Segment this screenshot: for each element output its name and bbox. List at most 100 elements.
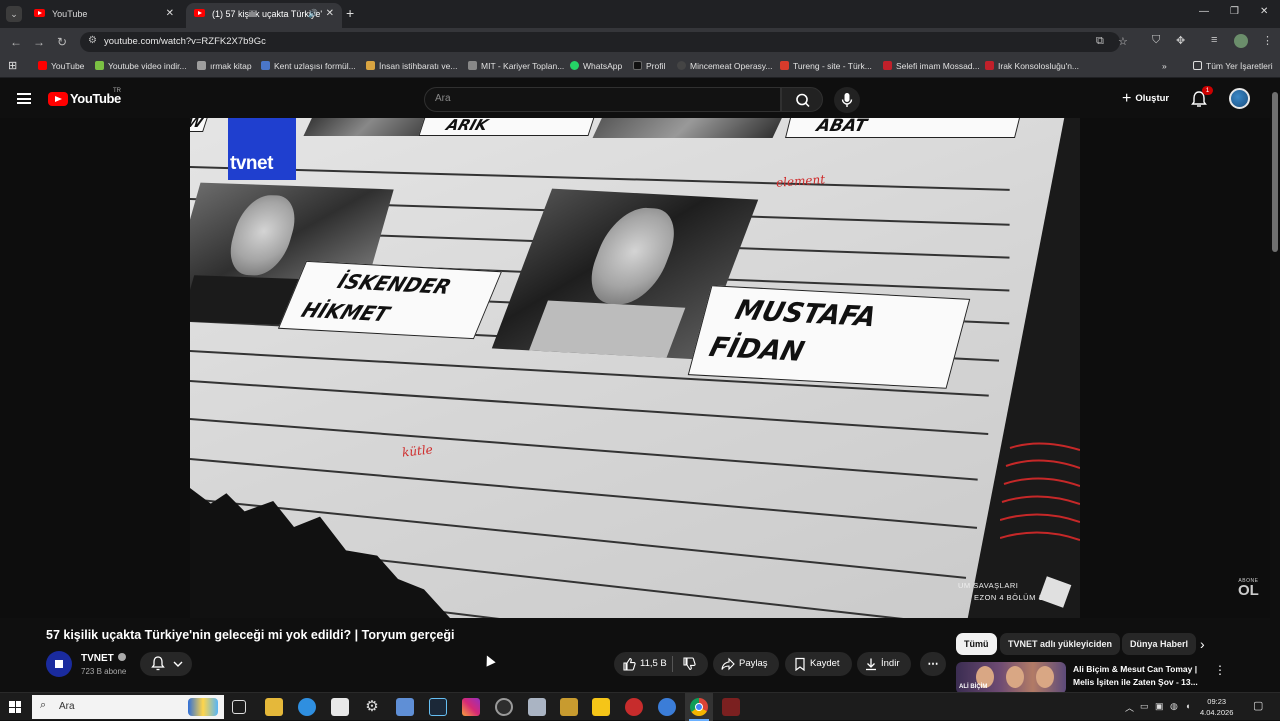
site-icon xyxy=(677,61,686,70)
create-label: Oluştur xyxy=(1135,93,1170,104)
chrome-taskbar-active[interactable] xyxy=(685,693,713,721)
tray-app-icon[interactable]: ▭ xyxy=(1140,701,1149,712)
restore-button[interactable]: ❐ xyxy=(1230,6,1239,17)
more-actions-button[interactable]: ⋯ xyxy=(920,652,946,676)
create-button[interactable]: + Oluştur xyxy=(1116,88,1175,110)
steam-icon[interactable] xyxy=(429,698,447,716)
app-icon[interactable] xyxy=(722,698,740,716)
subscribe-watermark[interactable]: ABONE OL xyxy=(1238,578,1259,598)
taskbar-search[interactable]: ⌕ Ara xyxy=(32,695,224,719)
browser-menu-icon[interactable]: ⋮ xyxy=(1262,34,1273,47)
bookmark-item[interactable]: WhatsApp xyxy=(570,61,622,71)
shield-extension-icon[interactable]: ⛉ xyxy=(1152,34,1160,47)
media-controls-icon[interactable]: ≡ xyxy=(1211,34,1217,46)
minimize-button[interactable]: — xyxy=(1199,6,1209,17)
name-box-mustafa: MUSTAFA FİDAN xyxy=(687,285,971,389)
edge-icon[interactable] xyxy=(658,698,676,716)
tab-search-button[interactable]: ⌄ xyxy=(6,6,22,22)
browser-tab-active[interactable]: (1) 57 kişilik uçakta Türkiye' 🔊 ✕ xyxy=(186,3,342,28)
recommendation-title[interactable]: Ali Biçim & Mesut Can Tomay | Melis İşit… xyxy=(1073,663,1208,689)
task-view-icon[interactable] xyxy=(232,700,246,714)
video-frame[interactable]: W ARIK ABAT tvnet İSKENDER HİKMET MUSTAF… xyxy=(190,118,1080,618)
download-button[interactable]: İndir xyxy=(857,652,911,676)
voice-search-button[interactable] xyxy=(834,87,860,113)
chrome-dev-icon[interactable] xyxy=(495,698,513,716)
name-box-arik: ARIK xyxy=(418,118,596,136)
chip-from-uploader[interactable]: TVNET adlı yükleyiciden xyxy=(1000,633,1121,655)
close-window-button[interactable]: ✕ xyxy=(1260,6,1268,17)
page-scrollbar[interactable] xyxy=(1270,80,1280,692)
dislike-button[interactable] xyxy=(674,652,708,676)
network-icon[interactable]: ◍ xyxy=(1170,701,1178,712)
extensions-icon[interactable]: ✥ xyxy=(1176,34,1185,47)
browser-tab[interactable]: YouTube ✕ xyxy=(26,3,182,28)
forward-icon[interactable]: → xyxy=(33,35,45,49)
reload-icon[interactable]: ↻ xyxy=(57,35,67,49)
back-icon[interactable]: ← xyxy=(10,35,22,49)
network-app-icon[interactable] xyxy=(396,698,414,716)
share-button[interactable]: Paylaş xyxy=(713,652,779,676)
instagram-icon[interactable] xyxy=(462,698,480,716)
app-icon[interactable] xyxy=(528,698,546,716)
url-text[interactable]: youtube.com/watch?v=RZFK2X7b9Gc xyxy=(104,36,266,47)
volume-icon[interactable]: ◖ xyxy=(1185,701,1190,711)
app-icon[interactable] xyxy=(592,698,610,716)
edge-icon[interactable] xyxy=(298,698,316,716)
subscription-bell-button[interactable] xyxy=(140,652,192,676)
bookmark-item[interactable]: Profil xyxy=(633,61,665,71)
bookmark-item[interactable]: YouTube xyxy=(38,61,84,71)
tray-chevron-icon[interactable]: ︿ xyxy=(1125,701,1134,714)
bookmark-star-icon[interactable]: ☆ xyxy=(1118,35,1128,48)
notification-center-icon[interactable]: ▢ xyxy=(1253,699,1263,712)
save-button[interactable]: Kaydet xyxy=(785,652,852,676)
bookmark-item[interactable]: Mincemeat Operasy... xyxy=(677,61,773,71)
close-tab-icon[interactable]: ✕ xyxy=(166,3,174,25)
more-bookmarks-icon[interactable]: » xyxy=(1162,61,1167,71)
guide-menu-icon[interactable] xyxy=(17,93,31,104)
bookmark-item[interactable]: Selefi imam Mossad... xyxy=(883,61,980,71)
bookmark-item[interactable]: İnsan istihbaratı ve... xyxy=(366,61,457,71)
search-box[interactable] xyxy=(424,87,781,112)
install-icon[interactable]: ⧉ xyxy=(1096,35,1104,48)
search-input[interactable] xyxy=(435,93,765,104)
audio-playing-icon[interactable]: 🔊 xyxy=(308,3,318,25)
chip-world-news[interactable]: Dünya Haberl xyxy=(1122,633,1196,655)
windows-start-icon[interactable] xyxy=(9,701,21,713)
profile-avatar[interactable] xyxy=(1234,34,1248,48)
chip-all[interactable]: Tümü xyxy=(956,633,997,655)
more-vertical-icon[interactable]: ⋮ xyxy=(1214,663,1226,677)
chevron-right-icon[interactable]: › xyxy=(1200,636,1205,652)
settings-gear-icon[interactable]: ⚙ xyxy=(363,698,381,716)
bookmark-item[interactable]: ırmak kitap xyxy=(197,61,252,71)
file-explorer-icon[interactable] xyxy=(265,698,283,716)
youtube-logo-icon[interactable] xyxy=(48,92,68,106)
taskbar-clock[interactable]: 09:23 4.04.2026 xyxy=(1200,696,1233,718)
omnibox[interactable]: ⚙ youtube.com/watch?v=RZFK2X7b9Gc ⧉ ☆ xyxy=(80,32,1128,52)
apps-grid-icon[interactable]: ⊞ xyxy=(8,59,17,72)
channel-avatar[interactable] xyxy=(46,651,72,677)
bookmark-item[interactable]: Kent uzlaşısı formül... xyxy=(261,61,356,71)
channel-name-row[interactable]: TVNET xyxy=(81,653,126,664)
more-horizontal-icon: ⋯ xyxy=(927,658,939,670)
site-info-icon[interactable]: ⚙ xyxy=(88,35,97,46)
tray-app-icon[interactable]: ▣ xyxy=(1155,701,1164,712)
bookmark-item[interactable]: MIT - Kariyer Toplan... xyxy=(468,61,564,71)
bookmark-item[interactable]: Irak Konsolosluğu'n... xyxy=(985,61,1079,71)
app-icon[interactable] xyxy=(625,698,643,716)
video-player[interactable]: W ARIK ABAT tvnet İSKENDER HİKMET MUSTAF… xyxy=(0,118,1270,618)
channel-name[interactable]: TVNET xyxy=(81,653,114,664)
close-tab-icon[interactable]: ✕ xyxy=(326,3,334,25)
bookmark-item[interactable]: Tureng - site - Türk... xyxy=(780,61,872,71)
new-tab-button[interactable]: + xyxy=(346,6,354,20)
store-icon[interactable] xyxy=(331,698,349,716)
scrollbar-thumb[interactable] xyxy=(1272,92,1278,252)
all-bookmarks-button[interactable]: Tüm Yer İşaretleri xyxy=(1193,61,1273,71)
search-button[interactable] xyxy=(781,87,823,112)
game-icon[interactable] xyxy=(560,698,578,716)
bookmark-item[interactable]: Youtube video indir... xyxy=(95,61,187,71)
account-avatar[interactable] xyxy=(1229,88,1250,109)
like-button[interactable]: 11,5 B xyxy=(614,652,672,676)
recommendation-thumbnail[interactable]: ALİ BİÇİM xyxy=(956,662,1066,694)
download-icon xyxy=(866,658,876,671)
partial-letter: W xyxy=(190,118,206,131)
